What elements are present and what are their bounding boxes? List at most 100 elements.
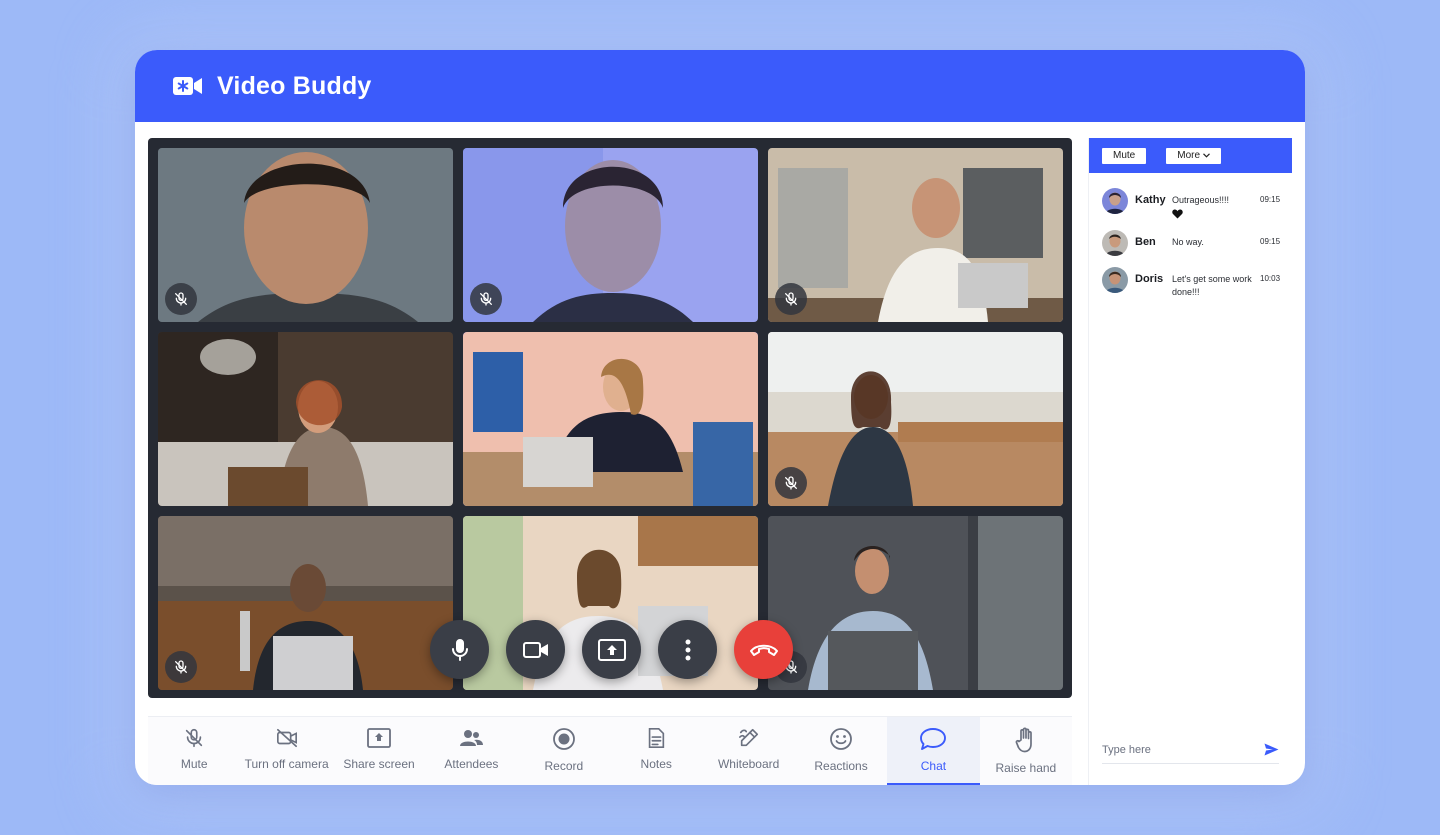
toolbar-camera[interactable]: Turn off camera — [240, 717, 332, 785]
chat-message: Kathy Outrageous!!!! 09:15 — [1102, 188, 1281, 219]
meeting-toolbar: Mute Turn off camera Share screen Attend… — [148, 716, 1072, 785]
mic-off-icon — [785, 292, 797, 306]
message-text: Let's get some work done!!! — [1172, 274, 1252, 297]
chat-bubble-icon — [920, 728, 947, 750]
chat-message: Doris Let's get some work done!!! 10:03 — [1102, 267, 1281, 299]
message-time: 09:15 — [1260, 237, 1281, 246]
chat-mute-label: Mute — [1113, 150, 1136, 161]
whiteboard-pen-icon — [738, 728, 758, 747]
chat-input[interactable]: Type here — [1102, 736, 1279, 764]
avatar — [1102, 230, 1128, 256]
mic-off-icon — [186, 728, 203, 748]
chevron-down-icon — [1203, 153, 1210, 158]
message-text: Outrageous!!!! — [1172, 195, 1230, 205]
avatar — [1102, 267, 1128, 293]
send-arrow-icon[interactable] — [1264, 743, 1279, 756]
participant-video — [768, 516, 1063, 690]
video-camera-icon — [522, 641, 548, 658]
chat-message: Ben No way. 09:15 — [1102, 230, 1281, 256]
muted-indicator — [165, 651, 197, 683]
participant-tile-active-speaker[interactable] — [463, 332, 758, 506]
toolbar-record[interactable]: Record — [518, 717, 610, 785]
chat-messages: Kathy Outrageous!!!! 09:15 Ben No way. 0… — [1089, 173, 1292, 299]
chat-input-placeholder: Type here — [1102, 743, 1151, 756]
video-grid — [148, 138, 1072, 698]
toolbar-label: Raise hand — [995, 761, 1057, 775]
muted-indicator — [470, 283, 502, 315]
chat-more-dropdown[interactable]: More — [1166, 147, 1222, 164]
more-control[interactable] — [658, 620, 717, 679]
toolbar-label: Turn off camera — [244, 757, 329, 771]
participant-tile[interactable] — [768, 332, 1063, 506]
message-text-wrap: No way. — [1172, 230, 1256, 249]
message-time: 10:03 — [1260, 274, 1281, 283]
toolbar-label: Whiteboard — [717, 757, 780, 771]
toolbar-notes[interactable]: Notes — [610, 717, 702, 785]
mic-off-icon — [175, 292, 187, 306]
toolbar-label: Chat — [920, 759, 947, 773]
toolbar-label: Reactions — [814, 759, 868, 773]
toolbar-whiteboard[interactable]: Whiteboard — [702, 717, 794, 785]
participant-tile[interactable] — [463, 148, 758, 322]
chat-more-label: More — [1177, 150, 1201, 161]
share-screen-icon — [597, 638, 626, 661]
mic-off-icon — [175, 660, 187, 674]
video-camera-star-icon — [173, 77, 202, 95]
toolbar-chat[interactable]: Chat — [887, 717, 981, 785]
message-author: Kathy — [1135, 194, 1166, 206]
message-text-wrap: Outrageous!!!! — [1172, 188, 1256, 219]
toolbar-mute[interactable]: Mute — [148, 717, 240, 785]
participant-tile[interactable] — [768, 516, 1063, 690]
share-screen-icon — [367, 728, 391, 748]
toolbar-reactions[interactable]: Reactions — [795, 717, 887, 785]
message-text-wrap: Let's get some work done!!! — [1172, 267, 1256, 299]
app-title: Video Buddy — [217, 71, 372, 100]
avatar — [1102, 188, 1128, 214]
record-icon — [552, 728, 575, 750]
participant-video — [768, 148, 1063, 322]
toolbar-raise-hand[interactable]: Raise hand — [980, 717, 1072, 785]
message-author: Ben — [1135, 236, 1156, 248]
app-window: Video Buddy Mute Turn off camera Share s… — [135, 50, 1305, 785]
toolbar-label: Record — [544, 759, 584, 773]
camera-control[interactable] — [506, 620, 565, 679]
camera-off-icon — [276, 728, 297, 748]
participant-tile[interactable] — [158, 332, 453, 506]
hand-icon — [1015, 727, 1032, 753]
message-text: No way. — [1172, 237, 1204, 247]
mic-off-icon — [480, 292, 492, 306]
participant-video — [463, 332, 758, 506]
mic-off-icon — [785, 476, 797, 490]
microphone-icon — [451, 638, 468, 661]
muted-indicator — [775, 467, 807, 499]
chat-header: Mute More — [1089, 138, 1292, 173]
notes-icon — [648, 728, 665, 748]
vertical-dots-icon — [685, 639, 690, 660]
heart-icon — [1172, 209, 1183, 219]
muted-indicator — [165, 283, 197, 315]
call-controls — [430, 620, 793, 679]
app-header: Video Buddy — [135, 50, 1305, 122]
toolbar-attendees[interactable]: Attendees — [425, 717, 517, 785]
participant-video — [768, 332, 1063, 506]
smiley-icon — [830, 728, 852, 750]
participant-tile[interactable] — [768, 148, 1063, 322]
people-icon — [460, 730, 484, 746]
toolbar-label: Attendees — [444, 757, 499, 771]
message-author: Doris — [1135, 273, 1164, 285]
participant-video — [463, 148, 758, 322]
end-call-button[interactable] — [734, 620, 793, 679]
toolbar-label: Notes — [640, 757, 672, 771]
participant-video — [158, 332, 453, 506]
toolbar-share-screen[interactable]: Share screen — [333, 717, 425, 785]
message-time: 09:15 — [1260, 195, 1281, 204]
participant-video — [158, 148, 453, 322]
participant-video — [158, 516, 453, 690]
participant-tile[interactable] — [158, 148, 453, 322]
chat-mute-button[interactable]: Mute — [1102, 147, 1147, 164]
share-control[interactable] — [582, 620, 641, 679]
toolbar-label: Mute — [180, 757, 208, 771]
mic-control[interactable] — [430, 620, 489, 679]
muted-indicator — [775, 283, 807, 315]
participant-tile[interactable] — [158, 516, 453, 690]
